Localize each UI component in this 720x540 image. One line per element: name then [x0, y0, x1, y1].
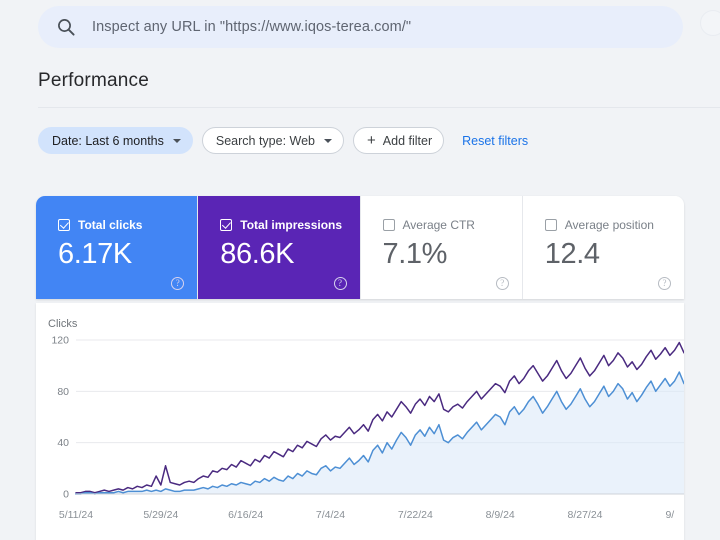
metric-label: Total clicks [78, 218, 143, 232]
add-filter-button[interactable]: + Add filter [353, 127, 445, 154]
date-filter-label: Date: Last 6 months [52, 133, 164, 148]
metric-card-total-clicks[interactable]: Total clicks 6.17K? [36, 196, 199, 299]
edge-partial-control [700, 10, 720, 36]
search-icon [56, 17, 76, 37]
x-axis-tick: 8/27/24 [567, 509, 602, 521]
x-axis-tick: 7/4/24 [316, 509, 345, 521]
x-axis-tick: 7/22/24 [398, 509, 433, 521]
search-type-filter-label: Search type: Web [215, 133, 316, 148]
url-inspect-search-bar[interactable]: Inspect any URL in "https://www.iqos-ter… [38, 6, 683, 48]
metric-label: Total impressions [240, 218, 343, 232]
help-icon[interactable]: ? [333, 277, 347, 290]
metric-card-average-position[interactable]: Average position 12.4? [522, 196, 684, 299]
page-title: Performance [38, 70, 149, 91]
y-axis-tick: 0 [63, 489, 69, 501]
metric-label: Average position [564, 218, 654, 232]
y-axis-tick: 80 [57, 386, 69, 398]
x-axis-tick: 5/11/24 [59, 509, 93, 521]
header-divider [38, 107, 720, 108]
metric-card-header: Total impressions [220, 218, 359, 232]
chevron-down-icon [172, 138, 181, 143]
reset-filters-link[interactable]: Reset filters [462, 134, 528, 148]
metric-card-row: Total clicks 6.17K? Total impressions 86.6K… [36, 196, 684, 299]
x-axis-tick: 5/29/24 [143, 509, 178, 521]
filter-bar: Date: Last 6 months Search type: Web + A… [38, 127, 528, 154]
x-axis-tick: 8/9/24 [486, 509, 515, 521]
metric-card-header: Average position [544, 218, 684, 232]
metric-value: 7.1% [382, 238, 448, 270]
metric-label: Average CTR [402, 218, 475, 232]
metric-card-average-ctr[interactable]: Average CTR 7.1%? [360, 196, 523, 299]
performance-line-chart[interactable]: 0 40 80 120 5/11/24 5/29/24 6/16/24 7/4/24 7/22/… [36, 303, 684, 540]
help-icon[interactable]: ? [658, 277, 671, 290]
x-axis-tick: 9/ [665, 509, 674, 521]
metric-card-total-impressions[interactable]: Total impressions 86.6K? [198, 196, 361, 299]
y-axis-tick: 40 [57, 437, 69, 449]
metric-card-header: Average CTR [382, 218, 522, 232]
metric-value: 12.4 [544, 238, 600, 270]
help-icon[interactable]: ? [171, 277, 185, 290]
clicks-area-fill [76, 372, 684, 494]
plus-icon: + [367, 132, 376, 149]
metric-checkbox[interactable] [220, 219, 233, 231]
search-input-placeholder[interactable]: Inspect any URL in "https://www.iqos-ter… [92, 19, 411, 35]
x-axis-tick: 6/16/24 [228, 509, 263, 521]
search-type-filter-chip[interactable]: Search type: Web [201, 127, 345, 154]
metric-checkbox[interactable] [58, 219, 70, 231]
chevron-down-icon [324, 138, 333, 143]
metric-value: 6.17K [58, 238, 132, 270]
performance-chart-card: Clicks 0 40 80 120 5/11/24 5/29/24 6/16/24 7/4/… [36, 303, 684, 540]
date-filter-chip[interactable]: Date: Last 6 months [38, 127, 193, 154]
search-console-performance-page: Inspect any URL in "https://www.iqos-ter… [0, 0, 720, 540]
metric-value: 86.6K [220, 238, 295, 270]
metric-checkbox[interactable] [544, 219, 557, 231]
metric-checkbox[interactable] [382, 219, 395, 231]
metric-card-header: Total clicks [58, 218, 197, 232]
y-axis-tick: 120 [51, 335, 69, 347]
add-filter-label: Add filter [382, 133, 433, 148]
help-icon[interactable]: ? [495, 277, 509, 290]
